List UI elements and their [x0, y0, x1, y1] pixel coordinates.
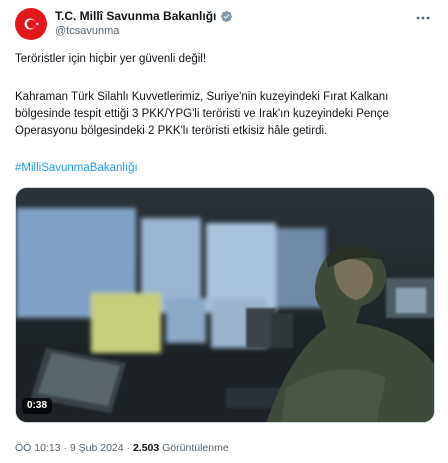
meta-separator: ·	[60, 442, 70, 454]
tweet-time[interactable]: ÖÖ 10:13	[15, 442, 61, 454]
tweet-date[interactable]: 9 Şub 2024	[70, 442, 124, 454]
turkish-flag-crescent-icon	[21, 14, 41, 34]
views-count: 2.503	[132, 442, 160, 454]
avatar[interactable]	[15, 8, 47, 40]
video-player[interactable]: 0:38	[15, 187, 435, 423]
tweet-text-line: Teröristler için hiçbir yer güvenli deği…	[15, 53, 207, 65]
meta-separator: ·	[123, 442, 133, 454]
tweet-meta: ÖÖ 10:13 · 9 Şub 2024 · 2.503 Görüntülen…	[15, 441, 229, 455]
tweet-text-paragraph: Kahraman Türk Silahlı Kuvvetlerimiz, Sur…	[15, 89, 433, 140]
video-duration-badge: 0:38	[22, 398, 53, 414]
account-handle[interactable]: @tcsavunma	[55, 24, 233, 39]
tweet-header: T.C. Millî Savunma Bakanlığı @tcsavunma	[15, 8, 435, 42]
account-names: T.C. Millî Savunma Bakanlığı @tcsavunma	[55, 9, 233, 39]
video-thumbnail	[16, 188, 434, 422]
tweet-text-line: bölgesinde tespit ettiği 3 PKK/YPG'li te…	[15, 108, 389, 120]
tweet-text-line: Kahraman Türk Silahlı Kuvvetlerimiz, Sur…	[15, 91, 389, 103]
more-options-icon[interactable]	[415, 10, 431, 26]
hashtag-link[interactable]: #MilliSavunmaBakanlığı	[15, 160, 138, 177]
display-name[interactable]: T.C. Millî Savunma Bakanlığı	[55, 9, 216, 24]
verified-badge-icon	[221, 10, 233, 23]
views-label: Görüntülenme	[162, 442, 229, 454]
tweet-text-line: Operasyonu bölgesindeki 2 PKK'lı teröris…	[15, 125, 328, 137]
